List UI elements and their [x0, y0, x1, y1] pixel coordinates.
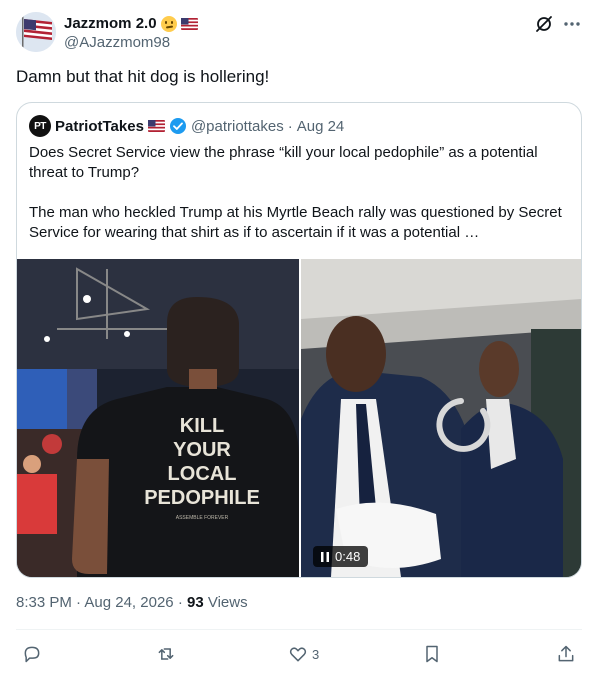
share-icon — [558, 645, 574, 662]
quoted-author-avatar[interactable]: PT — [29, 115, 51, 137]
tweet-meta: 8:33 PM · Aug 24, 2026 · 93 Views — [16, 594, 248, 611]
us-flag-icon — [147, 120, 165, 132]
author-handle[interactable]: @AJazzmom98 — [64, 34, 170, 51]
quoted-date[interactable]: Aug 24 — [297, 118, 345, 135]
video-duration: 0:48 — [335, 549, 361, 564]
separator-dot: · — [287, 117, 293, 135]
separator-dot: · — [76, 594, 82, 611]
repost-button[interactable] — [156, 642, 180, 666]
reply-button[interactable] — [22, 642, 46, 666]
quoted-tweet[interactable]: PT PatriotTakes @patriottakes · Aug 24 D… — [16, 102, 582, 578]
video-player[interactable]: 0:48 — [301, 259, 581, 577]
quoted-paragraph-1: Does Secret Service view the phrase “kil… — [29, 144, 538, 181]
author-display-name[interactable]: Jazzmom 2.0 — [64, 15, 157, 32]
reply-icon — [24, 646, 40, 663]
heart-icon — [289, 647, 307, 662]
tweet-date[interactable]: Aug 24, 2026 — [84, 594, 173, 611]
tweet-header: Jazzmom 2.0 @AJazzmom98 — [16, 12, 582, 54]
verified-badge-icon — [169, 118, 186, 134]
photo-shirt[interactable]: KILL YOUR LOCAL PEDOPHILE ASSEMBLE FOREV… — [17, 259, 299, 577]
tweet-text: Damn but that hit dog is hollering! — [16, 67, 270, 86]
views-label: Views — [207, 594, 248, 611]
like-button[interactable]: 3 — [288, 642, 319, 666]
shirt-small-text: ASSEMBLE FOREVER — [176, 515, 229, 521]
tweet-time[interactable]: 8:33 PM — [16, 594, 72, 611]
shirt-line-3: LOCAL — [168, 463, 237, 485]
video-duration-badge: 0:48 — [313, 546, 369, 567]
bookmark-icon — [426, 645, 438, 663]
separator-dot: · — [177, 594, 183, 611]
bookmark-button[interactable] — [422, 642, 442, 666]
shirt-line-1: KILL — [180, 415, 224, 437]
like-count: 3 — [312, 646, 320, 662]
us-flag-icon — [180, 17, 198, 30]
grok-icon[interactable] — [534, 14, 554, 34]
action-bar: 3 — [16, 642, 582, 666]
divider — [16, 629, 582, 630]
more-options-icon[interactable] — [562, 14, 582, 34]
quoted-paragraph-2: The man who heckled Trump at his Myrtle … — [29, 204, 562, 241]
repost-icon — [158, 648, 174, 660]
confused-face-icon — [160, 15, 177, 32]
quoted-author-name[interactable]: PatriotTakes — [55, 118, 144, 135]
views-count: 93 — [186, 594, 204, 611]
pause-icon[interactable] — [321, 551, 329, 562]
quoted-tweet-header: PT PatriotTakes @patriottakes · Aug 24 — [29, 115, 344, 137]
shirt-line-2: YOUR — [173, 439, 231, 461]
shirt-line-4: PEDOPHILE — [144, 487, 260, 509]
quoted-tweet-text: Does Secret Service view the phrase “kil… — [29, 143, 565, 243]
quoted-author-handle[interactable]: @patriottakes — [191, 118, 284, 135]
author-avatar[interactable] — [16, 12, 56, 52]
share-button[interactable] — [556, 642, 576, 666]
